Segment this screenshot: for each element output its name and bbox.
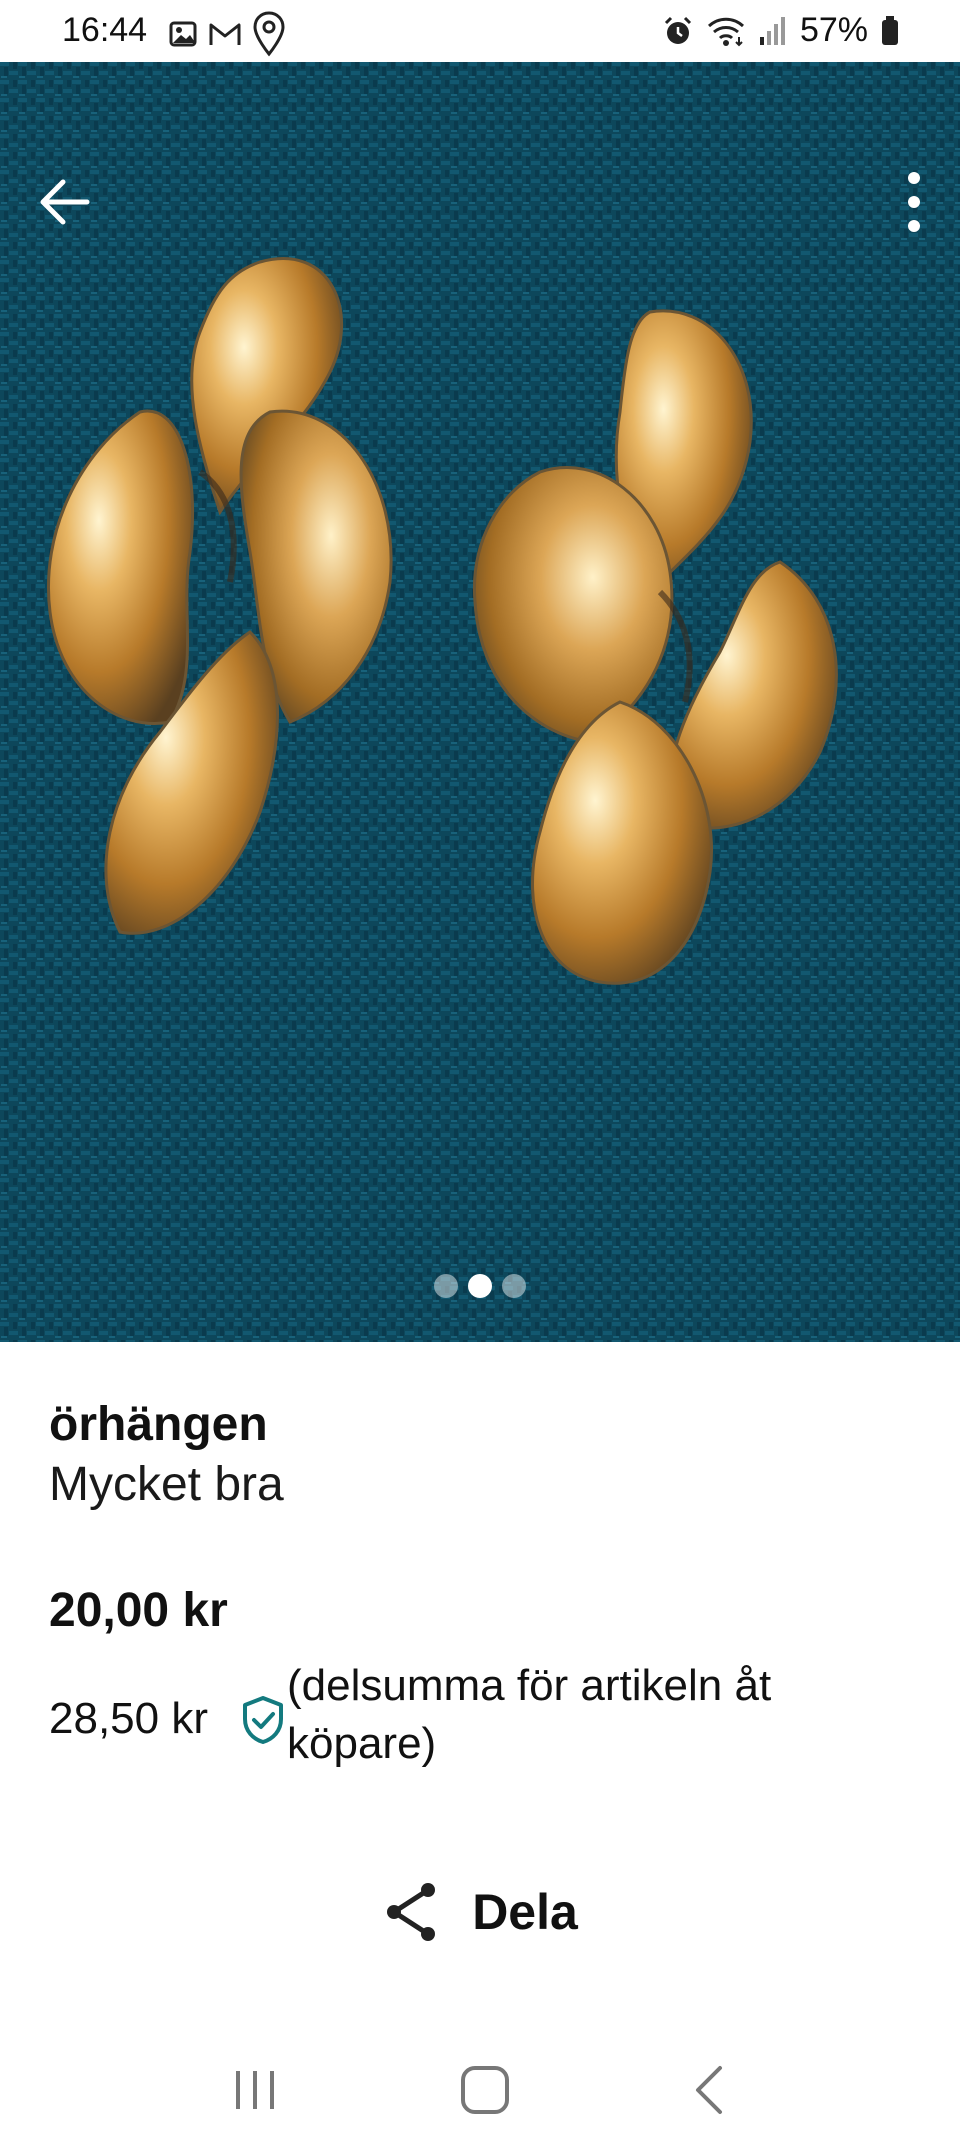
- product-title: örhängen: [49, 1398, 268, 1451]
- buyer-price: 28,50 kr: [49, 1694, 208, 1743]
- system-navigation-bar: [0, 2040, 960, 2140]
- arrow-left-icon: [40, 179, 90, 225]
- product-image-gallery[interactable]: [0, 62, 960, 1342]
- location-icon: [253, 11, 285, 57]
- gallery-pagination: [0, 1274, 960, 1298]
- status-system-icons: 57%: [662, 11, 900, 50]
- product-condition: Mycket bra: [49, 1458, 284, 1511]
- pagination-dot[interactable]: [434, 1274, 458, 1298]
- battery-percentage: 57%: [799, 11, 868, 49]
- status-notification-icons: [168, 10, 286, 58]
- wifi-icon: [707, 17, 744, 46]
- share-label: Dela: [472, 1884, 578, 1940]
- status-time: 16:44: [62, 11, 148, 49]
- alarm-icon: [664, 16, 691, 44]
- product-photo: [0, 62, 960, 1342]
- status-bar: 16:44 57%: [0, 0, 960, 62]
- product-price: 20,00 kr: [49, 1584, 228, 1637]
- signal-icon: [759, 16, 785, 45]
- shield-check-icon[interactable]: [240, 1695, 286, 1745]
- battery-icon: [882, 15, 898, 45]
- share-button[interactable]: Dela: [0, 1880, 960, 1944]
- gmail-icon: [209, 23, 241, 45]
- pagination-dot-active[interactable]: [468, 1274, 492, 1298]
- more-vertical-icon: [908, 172, 920, 232]
- buyer-price-note: (delsumma för artikeln åt köpare): [287, 1661, 772, 1768]
- more-options-button[interactable]: [894, 167, 934, 237]
- share-icon: [387, 1883, 436, 1941]
- gallery-icon: [169, 21, 197, 47]
- recent-apps-icon[interactable]: [230, 2065, 280, 2115]
- product-info: örhängen Mycket bra 20,00 kr 28,50 kr (d…: [49, 1395, 909, 1785]
- pagination-dot[interactable]: [502, 1274, 526, 1298]
- back-nav-icon[interactable]: [690, 2064, 730, 2116]
- buyer-price-row[interactable]: 28,50 kr (delsumma för artikeln åt köpar…: [49, 1655, 909, 1785]
- home-icon[interactable]: [459, 2064, 511, 2116]
- back-button[interactable]: [30, 167, 100, 237]
